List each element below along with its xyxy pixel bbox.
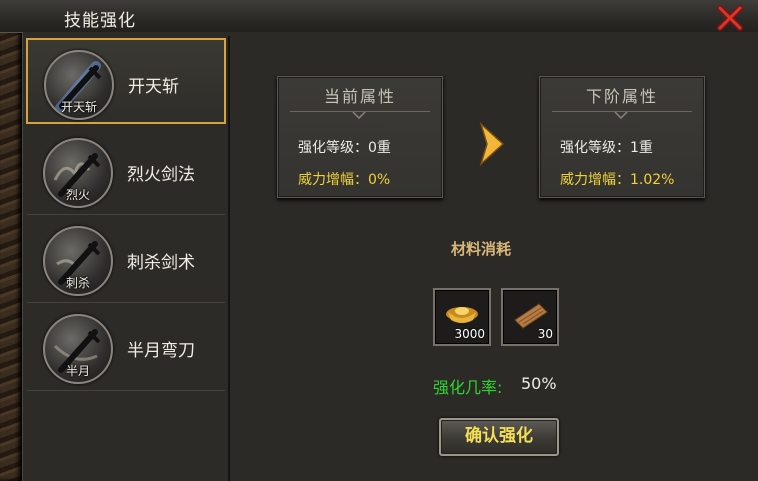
skill-name: 刺杀剑术 <box>127 253 195 273</box>
next-power-value: 1.02% <box>630 172 675 188</box>
success-rate-label: 强化几率: <box>433 378 503 397</box>
arrow-right-icon <box>479 122 505 166</box>
next-level-row: 强化等级：1重 <box>560 137 653 157</box>
skill-item-liehuo[interactable]: 烈火 烈火剑法 <box>27 128 225 215</box>
chevron-down-icon <box>352 111 366 119</box>
skill-name: 半月弯刀 <box>127 341 195 361</box>
skill-list: 开天斩 开天斩 烈火 烈火剑法 刺杀 刺杀剑术 半月 半月弯刀 <box>23 36 230 481</box>
material-count: 3000 <box>454 327 485 341</box>
title-bar: 技能强化 <box>0 0 758 33</box>
next-attributes-header: 下阶属性 <box>585 87 658 106</box>
skill-icon-label: 刺杀 <box>65 276 90 290</box>
next-power-row: 威力增幅：1.02% <box>560 169 674 189</box>
sword-icon: 刺杀 <box>43 226 113 296</box>
success-rate-value: 50% <box>521 374 557 393</box>
close-button[interactable] <box>716 4 744 32</box>
sword-icon: 开天斩 <box>44 50 114 120</box>
current-attributes-header: 当前属性 <box>323 87 396 106</box>
current-power-value: 0% <box>368 172 391 188</box>
material-slot-gold[interactable]: 3000 <box>433 288 491 346</box>
main-panel: 开天斩 开天斩 烈火 烈火剑法 刺杀 刺杀剑术 半月 半月弯刀 当前属性 强化等… <box>22 32 758 481</box>
close-icon <box>717 5 743 31</box>
current-level-value: 0重 <box>368 140 391 156</box>
skill-icon-label: 半月 <box>65 364 90 378</box>
material-slot-scroll[interactable]: 30 <box>501 288 559 346</box>
next-power-label: 威力增幅： <box>560 172 630 188</box>
sword-icon: 半月 <box>43 314 113 384</box>
next-attributes-panel: 下阶属性 强化等级：1重 威力增幅：1.02% <box>539 76 705 198</box>
current-power-row: 威力增幅：0% <box>298 169 390 189</box>
current-attributes-panel: 当前属性 强化等级：0重 威力增幅：0% <box>277 76 443 198</box>
sword-icon: 烈火 <box>43 138 113 208</box>
skill-name: 开天斩 <box>128 77 179 97</box>
skill-item-banyue[interactable]: 半月 半月弯刀 <box>27 304 225 391</box>
skill-icon-label: 烈火 <box>65 188 90 202</box>
skill-icon-label: 开天斩 <box>60 100 97 114</box>
skill-item-kaitianzhan[interactable]: 开天斩 开天斩 <box>26 38 226 124</box>
chevron-down-icon <box>614 111 628 119</box>
current-power-label: 威力增幅： <box>298 172 368 188</box>
next-level-label: 强化等级： <box>560 140 630 156</box>
next-level-value: 1重 <box>630 140 653 156</box>
material-count: 30 <box>537 327 553 341</box>
confirm-enhance-button[interactable]: 确认强化 <box>439 418 559 456</box>
skill-item-cisha[interactable]: 刺杀 刺杀剑术 <box>27 216 225 303</box>
current-level-row: 强化等级：0重 <box>298 137 391 157</box>
window-title: 技能强化 <box>64 11 136 31</box>
skill-name: 烈火剑法 <box>127 165 195 185</box>
ornate-left-border <box>0 0 22 481</box>
materials-title: 材料消耗 <box>451 240 512 258</box>
current-level-label: 强化等级： <box>298 140 368 156</box>
